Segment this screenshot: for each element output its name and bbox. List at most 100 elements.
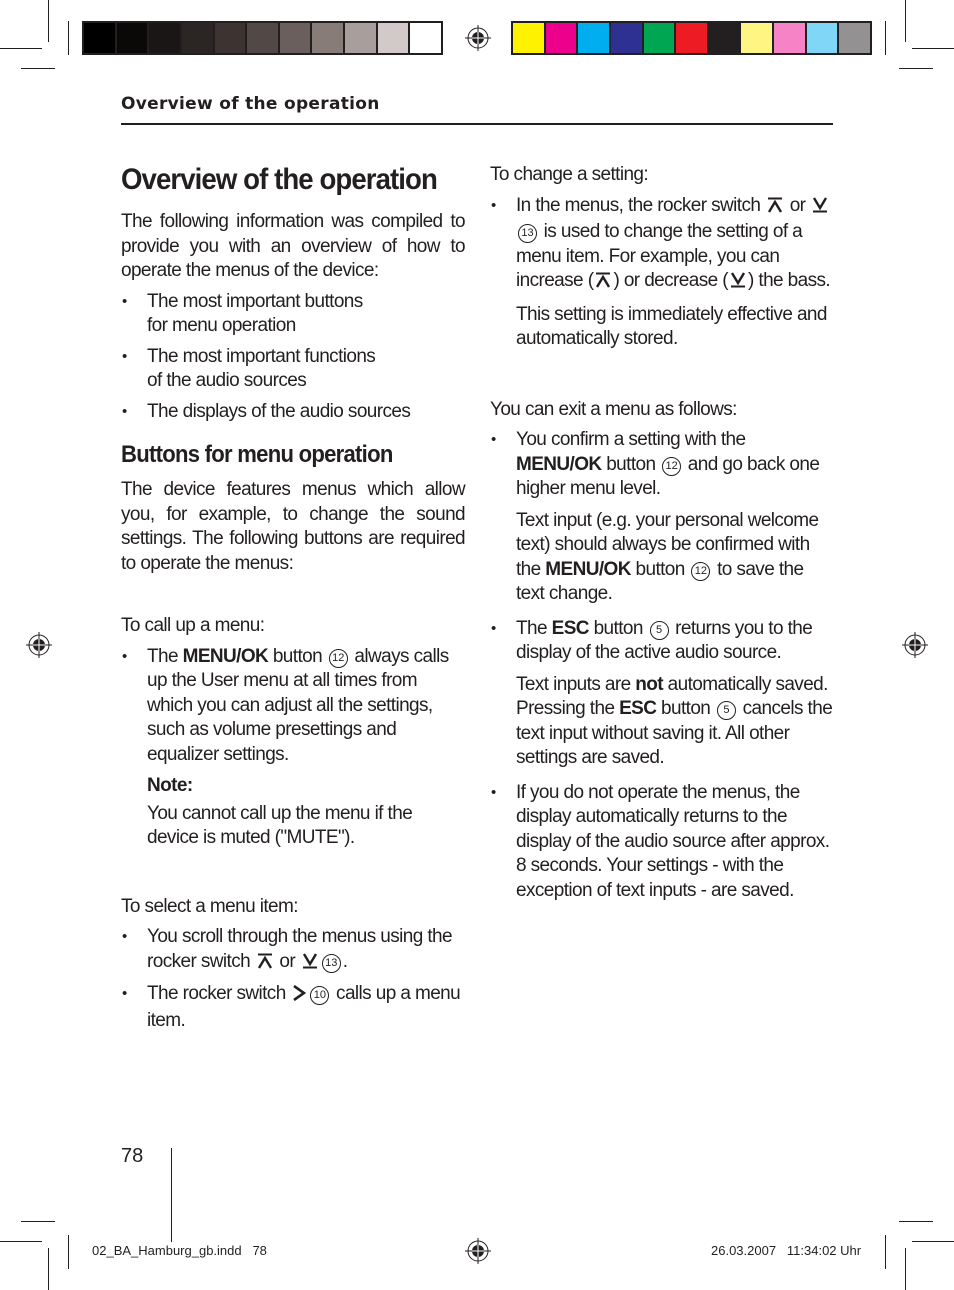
rocker-up-icon [595, 271, 611, 296]
registration-mark-icon [902, 632, 928, 658]
rocker-down-icon [730, 271, 746, 296]
callout-number: 5 [649, 620, 669, 640]
crop-mark [885, 1235, 886, 1269]
page-number: 78 [121, 1145, 144, 1167]
list-item: The MENU/OK button 12 always calls up th… [121, 645, 465, 851]
call-up-heading: To call up a menu: [121, 615, 265, 636]
crop-mark [68, 1235, 69, 1269]
rocker-right-icon [292, 984, 307, 1009]
crop-mark [912, 1241, 954, 1242]
crop-mark [0, 1241, 42, 1242]
left-column: Overview of the operation The following … [121, 160, 466, 1039]
color-swatch [806, 23, 838, 53]
callout-number: 12 [328, 648, 348, 668]
crop-mark [21, 1221, 55, 1222]
list-item: The most important functions of the audi… [121, 345, 387, 394]
gray-swatch [84, 23, 115, 53]
page-title: Overview of the operation [121, 163, 438, 196]
crop-mark [68, 21, 69, 55]
gray-swatch [312, 23, 344, 53]
esc-label: ESC [551, 617, 590, 639]
crop-mark [0, 48, 42, 49]
exit-heading: You can exit a menu as follows: [490, 398, 737, 420]
crop-mark [912, 48, 954, 49]
list-item: You scroll through the menus using the r… [121, 925, 465, 976]
list-item: The displays of the audio sources [121, 400, 465, 425]
list-item: You confirm a setting with the MENU/OK b… [490, 428, 834, 607]
note-label: Note: [147, 775, 193, 796]
color-swatch [513, 23, 544, 53]
gray-swatch [377, 23, 409, 53]
select-heading: To select a menu item: [121, 895, 298, 917]
crop-mark [899, 68, 933, 69]
gray-swatch [149, 23, 180, 53]
menu-ok-label: MENU/OK [545, 558, 631, 580]
list-item: If you do not operate the menus, the dis… [490, 781, 834, 904]
intro-paragraph: The following information was compiled t… [121, 211, 466, 281]
crop-mark [48, 1248, 49, 1290]
menu-ok-label: MENU/OK [182, 645, 269, 667]
gray-swatch [410, 23, 442, 53]
color-swatch [708, 23, 740, 53]
gray-swatch [116, 23, 148, 53]
grayscale-color-bar [82, 21, 443, 55]
section-title: Buttons for menu operation [121, 441, 393, 468]
crop-mark [885, 21, 886, 55]
color-swatch [578, 23, 609, 53]
color-swatch [676, 23, 707, 53]
list-item: In the menus, the rocker switch or 13 is… [490, 194, 834, 352]
slug-file: 02_BA_Hamburg_gb.indd 78 [92, 1243, 267, 1258]
rocker-down-icon [812, 196, 828, 221]
callout-number: 12 [662, 456, 682, 476]
header-rule [121, 123, 833, 125]
list-item: The rocker switch 10 calls up a menu ite… [121, 982, 465, 1033]
callout-number: 13 [518, 224, 537, 243]
process-color-bar [511, 21, 872, 55]
gray-swatch [345, 23, 376, 53]
gray-swatch [279, 23, 311, 53]
rocker-up-icon [257, 952, 273, 977]
color-swatch [774, 23, 805, 53]
running-head: Overview of the operation [121, 94, 380, 114]
crop-mark [899, 1221, 933, 1222]
menu-ok-label: MENU/OK [516, 453, 602, 475]
color-swatch [545, 23, 577, 53]
color-swatch [643, 23, 675, 53]
color-swatch [839, 23, 871, 53]
crop-mark [905, 1248, 906, 1290]
change-followup: This setting is immediately effective an… [516, 303, 827, 350]
crop-mark [905, 0, 906, 42]
callout-number: 13 [321, 953, 341, 973]
gray-swatch [214, 23, 246, 53]
esc-label: ESC [619, 698, 657, 719]
registration-mark-icon [465, 25, 491, 51]
crop-mark [48, 0, 49, 42]
crop-mark [21, 68, 55, 69]
call-up-list: The MENU/OK button 12 always calls up th… [121, 645, 465, 851]
gray-swatch [181, 23, 213, 53]
page-number-rule [171, 1148, 172, 1242]
list-item: The most important buttons for menu oper… [121, 290, 387, 339]
color-swatch [741, 23, 773, 53]
slug-timestamp: 26.03.2007 11:34:02 Uhr [711, 1243, 862, 1258]
right-column: To change a setting: In the menus, the r… [490, 163, 834, 909]
callout-number: 5 [716, 701, 736, 720]
change-list: In the menus, the rocker switch or 13 is… [490, 194, 834, 352]
callout-number: 10 [310, 986, 330, 1005]
section-intro: The device features menus which allow yo… [121, 479, 466, 574]
intro-list: The most important buttons for menu oper… [121, 290, 465, 425]
rocker-up-icon [767, 196, 783, 221]
exit-followup: Text input (e.g. your personal welcome t… [516, 509, 819, 605]
note-text: You cannot call up the menu if the devic… [147, 802, 413, 849]
callout-number: 12 [691, 561, 711, 581]
registration-mark-icon [465, 1238, 491, 1264]
exit-list: You confirm a setting with the MENU/OK b… [490, 428, 834, 903]
select-list: You scroll through the menus using the r… [121, 925, 465, 1033]
rocker-down-icon [302, 952, 318, 977]
registration-mark-icon [26, 632, 52, 658]
esc-followup: Text inputs are not automatically saved.… [516, 673, 833, 769]
list-item: The ESC button 5 returns you to the disp… [490, 617, 834, 771]
color-swatch [610, 23, 642, 53]
change-heading: To change a setting: [490, 164, 649, 185]
gray-swatch [247, 23, 278, 53]
